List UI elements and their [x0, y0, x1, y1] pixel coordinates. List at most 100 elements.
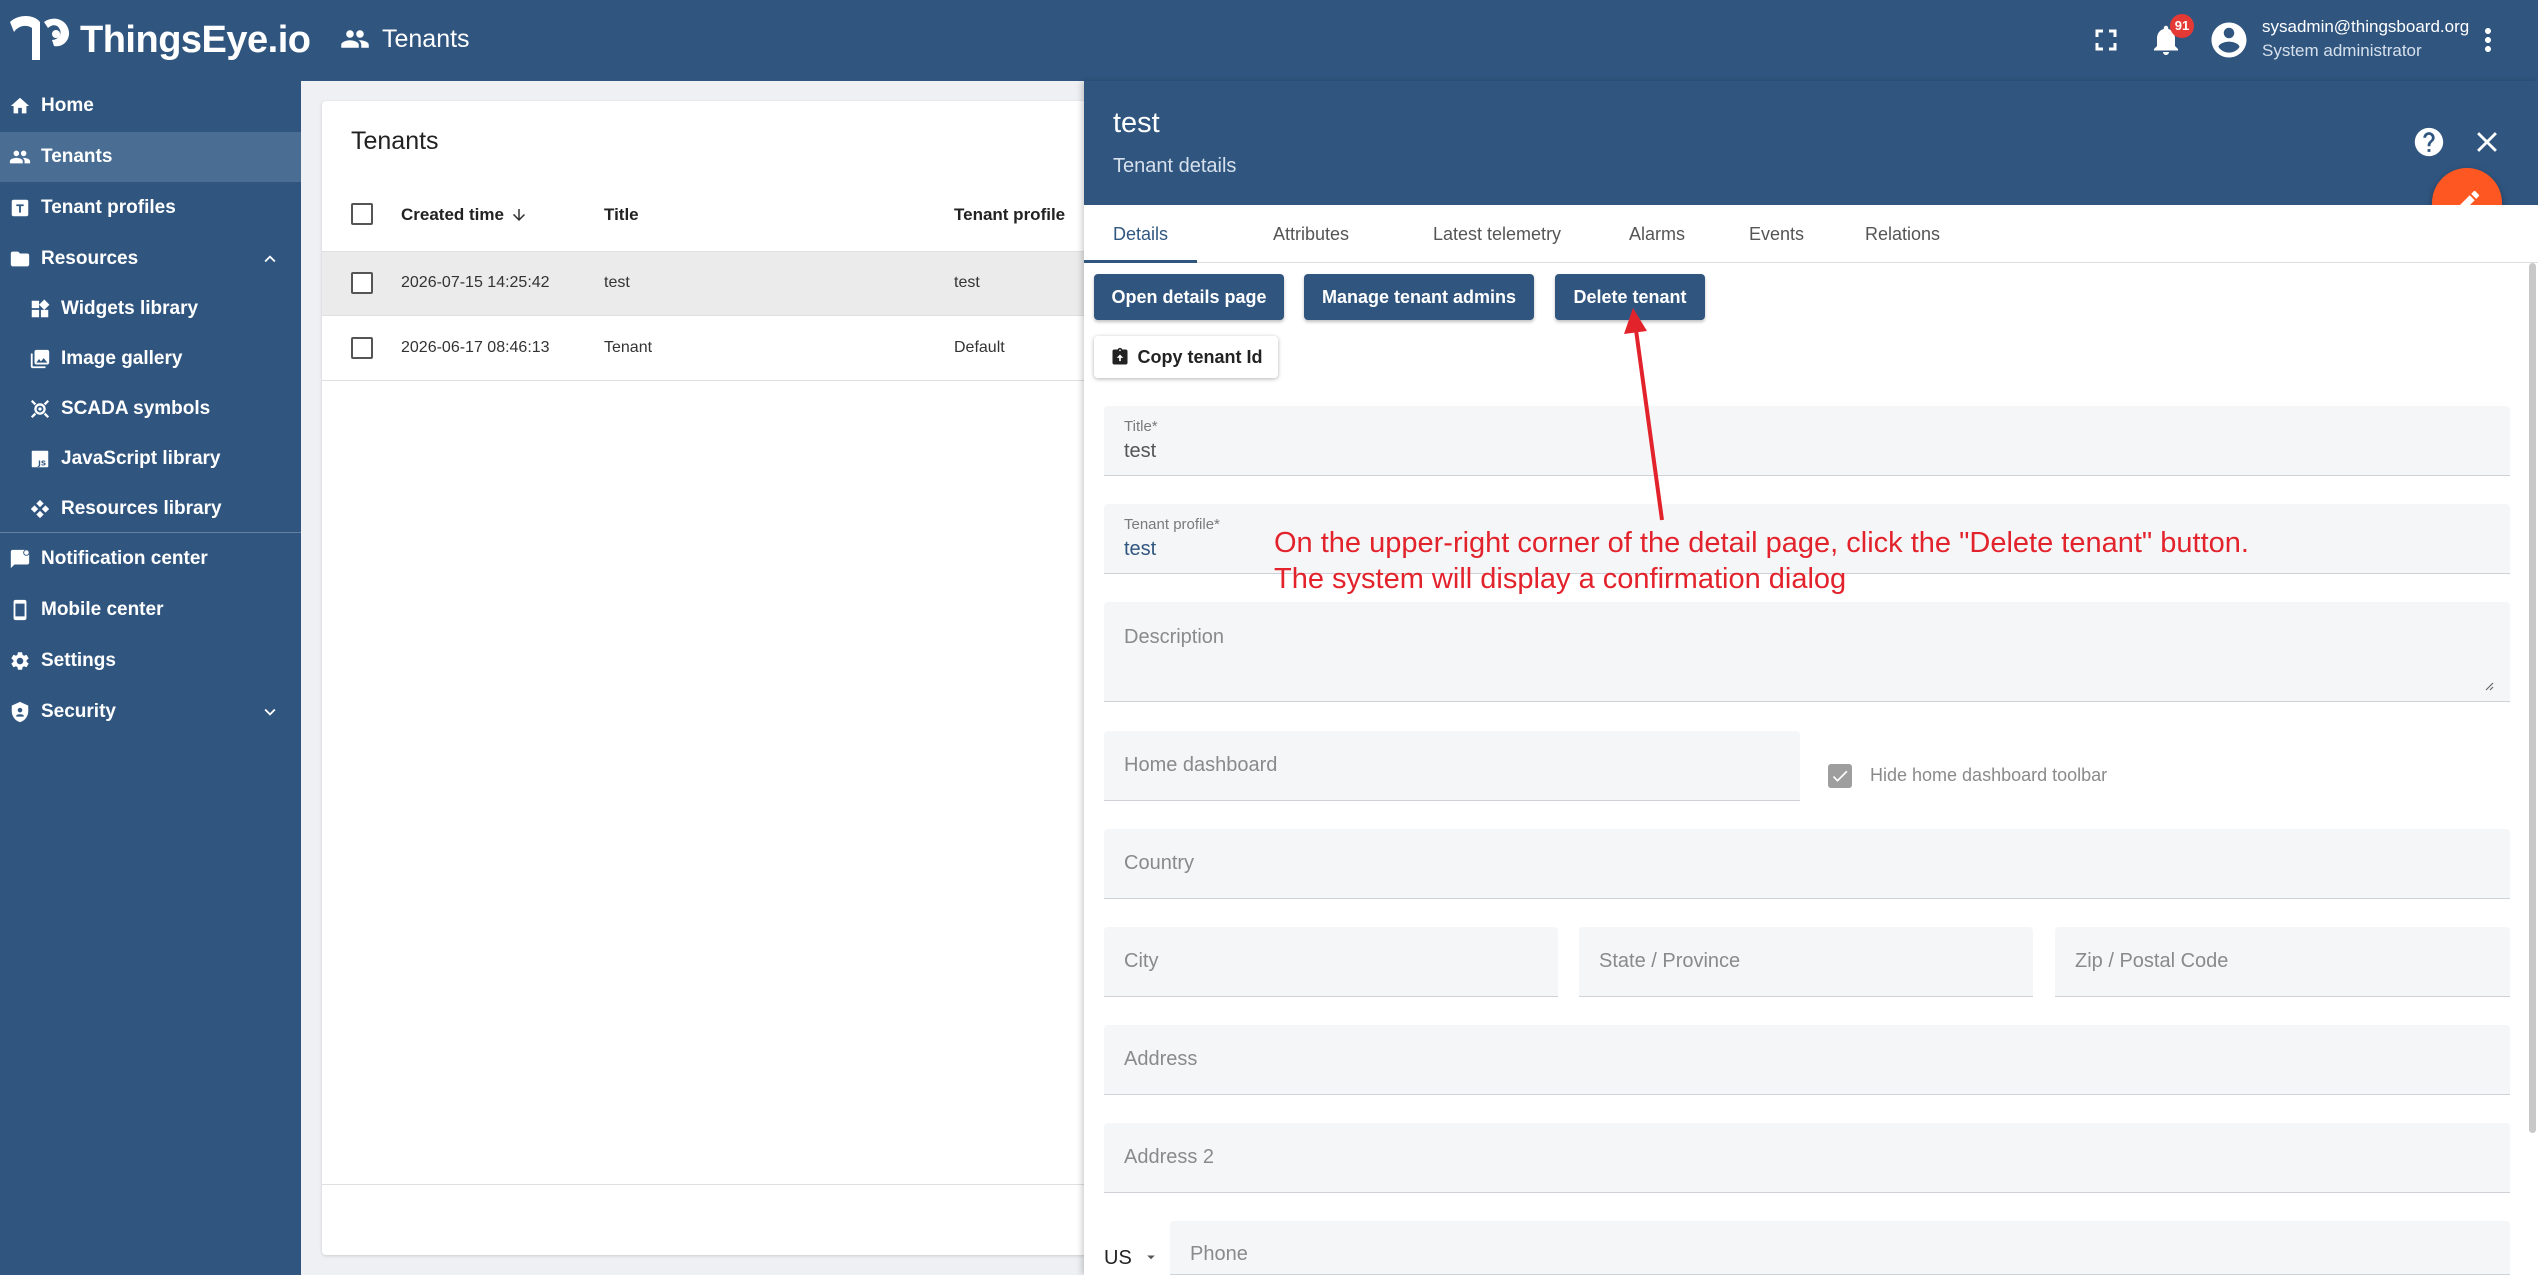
phone-country-select[interactable]: US [1104, 1247, 1132, 1270]
account-circle-icon[interactable] [2208, 19, 2250, 61]
address-placeholder: Address [1124, 1048, 1198, 1070]
sidebar-item-image-gallery[interactable]: Image gallery [0, 334, 301, 384]
sidebar-item-label: Resources [41, 248, 139, 269]
address2-field[interactable]: Address 2 [1104, 1123, 2510, 1193]
sidebar-item-javascript-library[interactable]: JS JavaScript library [0, 434, 301, 484]
title-field-label: Title* [1124, 418, 1158, 435]
logo-icon [10, 16, 70, 60]
chevron-down-icon[interactable] [259, 701, 281, 723]
select-all-checkbox[interactable] [351, 203, 373, 225]
zip-placeholder: Zip / Postal Code [2075, 950, 2229, 972]
tab-relations[interactable]: Relations [1836, 205, 1969, 263]
detail-scrollbar[interactable] [2529, 263, 2536, 1133]
table-title: Tenants [351, 127, 439, 155]
logo[interactable]: ThingsEye.io [4, 12, 311, 68]
top-bar: ThingsEye.io Tenants 91 sysadmin@thingsb… [0, 0, 2538, 81]
row-checkbox[interactable] [351, 272, 373, 294]
help-icon[interactable] [2412, 125, 2446, 159]
hide-toolbar-checkbox[interactable] [1828, 764, 1852, 788]
state-field[interactable]: State / Province [1579, 927, 2033, 997]
folder-icon [10, 251, 30, 267]
title-field[interactable]: Title* test [1104, 406, 2510, 476]
phone-placeholder: Phone [1190, 1243, 1248, 1265]
address-field[interactable]: Address [1104, 1025, 2510, 1095]
country-field[interactable]: Country [1104, 829, 2510, 899]
description-field[interactable]: Description [1104, 602, 2510, 702]
logo-text: ThingsEye.io [80, 18, 311, 61]
annotation-line-2: The system will display a confirmation d… [1274, 563, 1847, 595]
notification-count-badge: 91 [2170, 14, 2194, 38]
tab-alarms[interactable]: Alarms [1600, 205, 1714, 263]
mobile-icon [13, 599, 27, 621]
svg-text:JS: JS [37, 458, 46, 467]
cell-created-time: 2026-06-17 08:46:13 [401, 339, 550, 356]
user-email[interactable]: sysadmin@thingsboard.org [2262, 17, 2469, 37]
column-header-label: Created time [401, 205, 504, 224]
fullscreen-icon[interactable] [2088, 22, 2124, 58]
cell-created-time: 2026-07-15 14:25:42 [401, 274, 550, 291]
shield-icon [11, 701, 29, 723]
sidebar-item-tenants[interactable]: Tenants [0, 132, 301, 182]
sidebar-item-home[interactable]: Home [0, 81, 301, 131]
open-details-page-button[interactable]: Open details page [1094, 274, 1284, 320]
title-field-value: test [1124, 440, 1157, 462]
row-checkbox[interactable] [351, 337, 373, 359]
people-icon [341, 30, 369, 48]
column-header-created-time[interactable]: Created time [401, 205, 528, 225]
sidebar-item-resources[interactable]: Resources [0, 234, 301, 284]
sidebar-item-label: Tenants [41, 146, 113, 167]
resize-handle-icon[interactable] [2482, 679, 2494, 691]
javascript-icon: JS [31, 450, 49, 467]
tenant-profile-field-label: Tenant profile* [1124, 516, 1220, 533]
chevron-up-icon[interactable] [259, 248, 281, 270]
sidebar-item-mobile-center[interactable]: Mobile center [0, 585, 301, 635]
more-vert-icon[interactable] [2470, 22, 2506, 58]
copy-tenant-id-button[interactable]: Copy tenant Id [1094, 336, 1278, 378]
detail-subtitle: Tenant details [1113, 155, 1237, 177]
cell-title: test [604, 274, 630, 291]
phone-field[interactable]: Phone [1170, 1221, 2510, 1275]
sidebar-item-label: JavaScript library [61, 448, 221, 469]
sidebar-item-resources-library[interactable]: Resources library [0, 484, 301, 534]
zip-field[interactable]: Zip / Postal Code [2055, 927, 2510, 997]
clipboard-icon [1112, 347, 1127, 365]
city-placeholder: City [1124, 950, 1159, 972]
sidebar-item-label: Tenant profiles [41, 197, 176, 218]
sidebar-item-tenant-profiles[interactable]: Tenant profiles [0, 183, 301, 233]
tab-latest-telemetry[interactable]: Latest telemetry [1404, 205, 1590, 263]
check-icon [1832, 770, 1848, 782]
tab-attributes[interactable]: Attributes [1244, 205, 1378, 263]
sidebar-item-settings[interactable]: Settings [0, 636, 301, 686]
sidebar-item-label: Widgets library [61, 298, 199, 319]
gear-icon [11, 652, 29, 670]
arrow-down-icon [512, 209, 525, 221]
manage-tenant-admins-button[interactable]: Manage tenant admins [1304, 274, 1534, 320]
city-field[interactable]: City [1104, 927, 1558, 997]
resources-library-icon [30, 499, 50, 519]
sidebar-item-label: Resources library [61, 498, 222, 519]
tab-details[interactable]: Details [1084, 205, 1198, 263]
people-icon [9, 150, 31, 164]
detail-header: test Tenant details [1084, 81, 2538, 205]
sidebar-divider [0, 532, 301, 533]
country-placeholder: Country [1124, 852, 1195, 874]
sidebar-item-label: SCADA symbols [61, 398, 211, 419]
user-role: System administrator [2262, 41, 2422, 60]
state-placeholder: State / Province [1599, 950, 1741, 972]
sidebar-item-label: Security [41, 701, 116, 722]
dropdown-arrow-icon[interactable] [1142, 1248, 1160, 1266]
column-header-title[interactable]: Title [604, 205, 639, 225]
delete-tenant-button[interactable]: Delete tenant [1555, 274, 1705, 320]
sidebar-item-security[interactable]: Security [0, 687, 301, 737]
sidebar-item-scada-symbols[interactable]: SCADA symbols [0, 384, 301, 434]
detail-tabs: Details Attributes Latest telemetry Alar… [1084, 205, 2538, 263]
page-title: Tenants [340, 24, 470, 54]
sidebar-item-widgets-library[interactable]: Widgets library [0, 284, 301, 334]
sidebar: Home Tenants Tenant profiles Resources W… [0, 81, 301, 1275]
home-dashboard-field[interactable]: Home dashboard [1104, 731, 1800, 801]
hide-toolbar-label: Hide home dashboard toolbar [1870, 765, 2108, 785]
column-header-tenant-profile[interactable]: Tenant profile [954, 205, 1065, 225]
tab-events[interactable]: Events [1720, 205, 1833, 263]
sidebar-item-notification-center[interactable]: Notification center [0, 534, 301, 584]
close-icon[interactable] [2470, 125, 2504, 159]
